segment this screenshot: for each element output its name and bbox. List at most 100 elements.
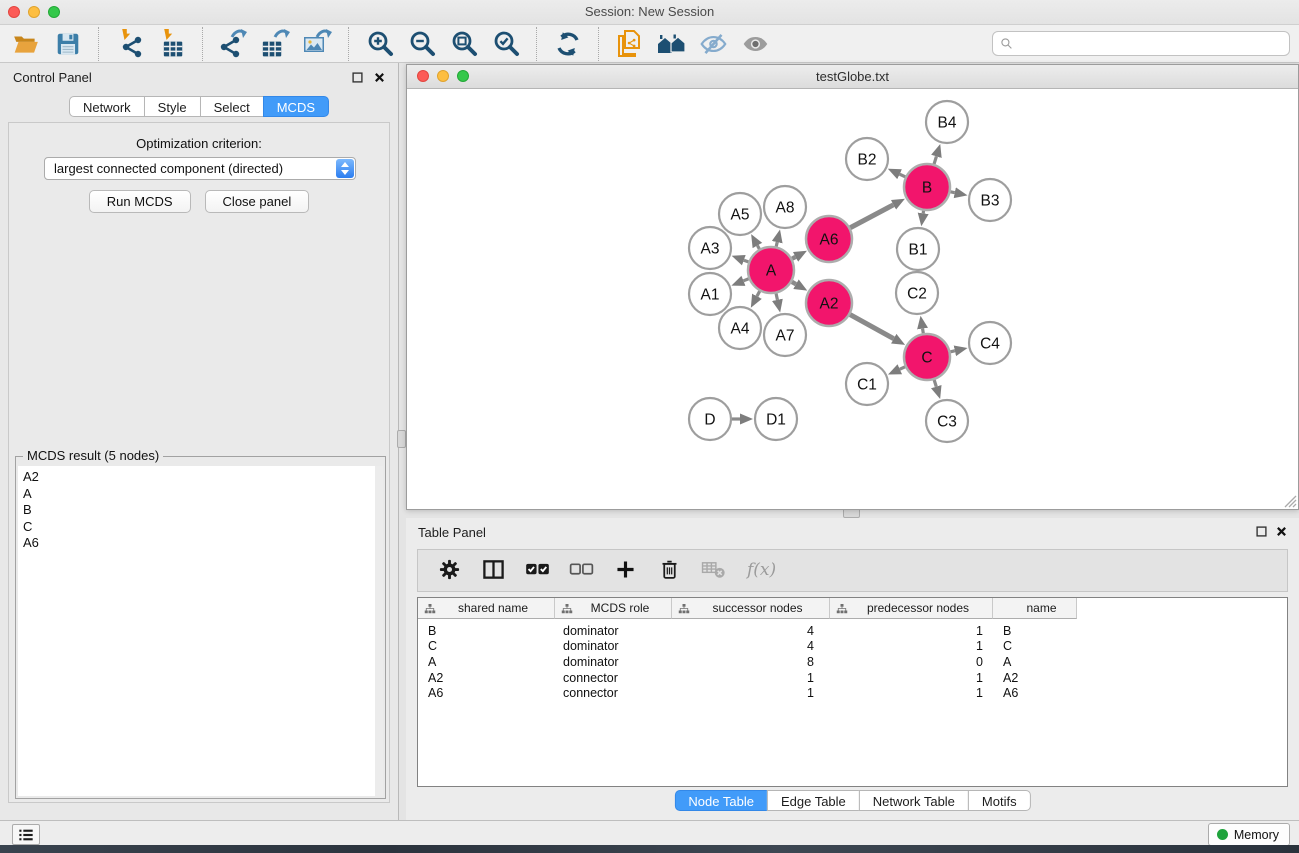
graph-node-C4[interactable]: C4 xyxy=(969,322,1011,364)
table-cell[interactable]: 0 xyxy=(830,655,993,669)
mcds-result-list[interactable]: A2ABCA6 xyxy=(18,466,383,796)
close-panel-button[interactable]: Close panel xyxy=(205,190,310,213)
table-cell[interactable]: C xyxy=(993,639,1077,653)
graph-node-A3[interactable]: A3 xyxy=(689,227,731,269)
table-cell[interactable]: 1 xyxy=(672,671,830,685)
float-panel-icon[interactable] xyxy=(351,71,364,84)
table-cell[interactable]: 1 xyxy=(830,686,993,700)
result-list-item[interactable]: A6 xyxy=(18,535,383,552)
tab-select[interactable]: Select xyxy=(200,96,264,117)
zoom-out-button[interactable] xyxy=(404,28,440,60)
table-cell[interactable]: 1 xyxy=(830,671,993,685)
graph-node-A2[interactable]: A2 xyxy=(806,280,852,326)
graph-node-B[interactable]: B xyxy=(904,164,950,210)
column-header-predecessor-nodes[interactable]: predecessor nodes xyxy=(830,598,993,619)
table-cell[interactable]: C xyxy=(418,639,555,653)
table-cell[interactable]: dominator xyxy=(555,655,672,669)
memory-button[interactable]: Memory xyxy=(1208,823,1290,846)
table-cell[interactable]: A2 xyxy=(993,671,1077,685)
network-from-selection-button[interactable] xyxy=(612,28,648,60)
tab-style[interactable]: Style xyxy=(144,96,201,117)
tab-edge-table[interactable]: Edge Table xyxy=(767,790,860,811)
show-all-button[interactable] xyxy=(738,28,774,60)
table-cell[interactable]: A xyxy=(418,655,555,669)
export-image-button[interactable] xyxy=(300,28,336,60)
graph-node-B4[interactable]: B4 xyxy=(926,101,968,143)
table-cell[interactable]: A2 xyxy=(418,671,555,685)
unselect-all-columns-button[interactable] xyxy=(568,558,594,584)
graph-node-A1[interactable]: A1 xyxy=(689,273,731,315)
open-session-button[interactable] xyxy=(8,28,44,60)
tab-network[interactable]: Network xyxy=(69,96,145,117)
select-all-columns-button[interactable] xyxy=(524,558,550,584)
network-canvas[interactable]: B4B2BB3A5A8A6A3AB1A1C2A4A7A2CC4C1C3DD1 xyxy=(407,89,1298,509)
table-row[interactable]: A6connector11A6 xyxy=(418,685,1287,701)
table-cell[interactable]: 4 xyxy=(672,624,830,638)
graph-node-B3[interactable]: B3 xyxy=(969,179,1011,221)
create-column-button[interactable] xyxy=(612,558,638,584)
edge-B-B4[interactable] xyxy=(934,156,936,164)
table-cell[interactable]: A6 xyxy=(993,686,1077,700)
edge-A-A3[interactable] xyxy=(744,260,749,262)
tab-node-table[interactable]: Node Table xyxy=(674,790,768,811)
result-list-item[interactable]: B xyxy=(18,502,383,519)
graph-node-D[interactable]: D xyxy=(689,398,731,440)
first-neighbors-button[interactable] xyxy=(654,28,690,60)
task-history-button[interactable] xyxy=(12,824,40,845)
tab-mcds[interactable]: MCDS xyxy=(263,96,329,117)
edge-A-A7[interactable] xyxy=(776,293,777,299)
graph-node-A5[interactable]: A5 xyxy=(719,193,761,235)
export-network-button[interactable] xyxy=(216,28,252,60)
edge-A-A4[interactable] xyxy=(757,291,760,296)
edge-B-B3[interactable] xyxy=(951,192,955,193)
zoom-selected-button[interactable] xyxy=(488,28,524,60)
result-list-item[interactable]: A xyxy=(18,486,383,503)
search-box[interactable] xyxy=(992,31,1290,56)
table-settings-button[interactable] xyxy=(436,558,462,584)
zoom-fit-button[interactable] xyxy=(446,28,482,60)
graph-node-C[interactable]: C xyxy=(904,334,950,380)
table-row[interactable]: Bdominator41B xyxy=(418,623,1287,639)
edge-A-A1[interactable] xyxy=(744,279,749,281)
delete-columns-button[interactable] xyxy=(656,558,682,584)
refresh-network-button[interactable] xyxy=(550,28,586,60)
edge-A-A2[interactable] xyxy=(792,282,796,284)
import-network-button[interactable] xyxy=(112,28,148,60)
edge-C-C2[interactable] xyxy=(923,329,924,334)
edge-B-B2[interactable] xyxy=(900,174,906,177)
hide-selected-button[interactable] xyxy=(696,28,732,60)
table-cell[interactable]: dominator xyxy=(555,639,672,653)
close-panel-icon[interactable] xyxy=(373,71,386,84)
table-cell[interactable]: B xyxy=(993,624,1077,638)
column-header-name[interactable]: name xyxy=(993,598,1077,619)
graph-node-C2[interactable]: C2 xyxy=(896,272,938,314)
graph-node-B1[interactable]: B1 xyxy=(897,228,939,270)
result-list-item[interactable]: A2 xyxy=(18,466,383,486)
edge-C-C3[interactable] xyxy=(934,380,936,387)
edge-C-C4[interactable] xyxy=(950,351,954,352)
vertical-splitter-handle[interactable] xyxy=(397,430,406,448)
edge-C-C1[interactable] xyxy=(900,367,905,369)
split-panel-button[interactable] xyxy=(480,558,506,584)
edge-A2-C[interactable] xyxy=(850,315,894,339)
table-cell[interactable]: B xyxy=(418,624,555,638)
table-cell[interactable]: 1 xyxy=(830,624,993,638)
graph-node-C1[interactable]: C1 xyxy=(846,363,888,405)
tab-network-table[interactable]: Network Table xyxy=(859,790,969,811)
graph-node-D1[interactable]: D1 xyxy=(755,398,797,440)
table-cell[interactable]: A6 xyxy=(418,686,555,700)
edge-A-A8[interactable] xyxy=(776,242,777,246)
zoom-in-button[interactable] xyxy=(362,28,398,60)
graph-node-B2[interactable]: B2 xyxy=(846,138,888,180)
table-row[interactable]: A2connector11A2 xyxy=(418,670,1287,686)
table-close-panel-icon[interactable] xyxy=(1275,525,1288,538)
table-cell[interactable]: A xyxy=(993,655,1077,669)
graph-node-A8[interactable]: A8 xyxy=(764,186,806,228)
column-header-shared-name[interactable]: shared name xyxy=(418,598,555,619)
edge-A-A5[interactable] xyxy=(757,245,759,249)
graph-node-A[interactable]: A xyxy=(748,247,794,293)
table-cell[interactable]: dominator xyxy=(555,624,672,638)
table-row[interactable]: Adominator80A xyxy=(418,654,1287,670)
save-session-button[interactable] xyxy=(50,28,86,60)
graph-node-A7[interactable]: A7 xyxy=(764,314,806,356)
